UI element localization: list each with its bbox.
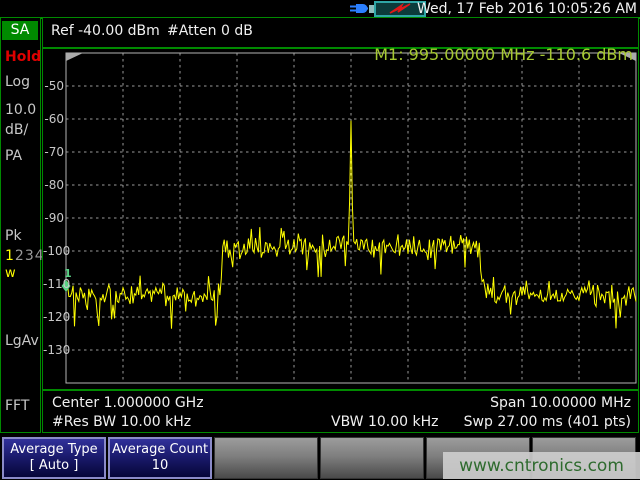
y-axis-tick-label: -110 <box>43 277 64 291</box>
scale-value-annunciator: 10.0 <box>5 102 36 118</box>
scale-type-annunciator: Log <box>5 74 30 90</box>
softkey-label: Average Type <box>4 442 104 458</box>
spectrum-plot: 1 <box>43 49 638 389</box>
trace-inactive-numbers: 234 <box>15 248 45 264</box>
mode-tab-sa: SA <box>2 21 38 40</box>
ref-level-readout: Ref -40.00 dBm <box>51 23 160 39</box>
y-axis-tick-label: -70 <box>43 145 64 159</box>
y-axis-tick-label: -100 <box>43 244 64 258</box>
softkey-value: 10 <box>110 458 210 474</box>
log-average-annunciator: LgAv <box>5 333 39 349</box>
peak-detector-annunciator: Pk <box>5 228 22 244</box>
y-axis-tick-label: -120 <box>43 310 64 324</box>
y-axis-tick-label: -60 <box>43 112 64 126</box>
fft-annunciator: FFT <box>5 398 29 414</box>
softkey-average-type[interactable]: Average Type[ Auto ] <box>2 437 106 479</box>
status-datetime: Wed, 17 Feb 2016 10:05:26 AM <box>417 1 637 17</box>
softkey-label: Average Count <box>110 442 210 458</box>
marker-1-readout: M1: 995.00000 MHz -110.6 dBm <box>374 45 633 64</box>
sweep-hold-annunciator: Hold <box>5 49 41 65</box>
annunciator-sidebar: SA Hold Log 10.0 dB/ PA Pk 1234 w LgAv F… <box>0 17 41 433</box>
softkey-value: [ Auto ] <box>4 458 104 474</box>
center-frequency-readout: Center 1.000000 GHz <box>52 395 204 411</box>
settings-bar: Ref -40.00 dBm #Atten 0 dB M1: 995.00000… <box>42 17 639 48</box>
trace-active-number: 1 <box>5 248 15 264</box>
watermark-overlay: www.cntronics.com <box>443 452 640 479</box>
trace-write-mode-annunciator: w <box>5 266 16 281</box>
trace-number-annunciator: 1234 <box>5 248 45 264</box>
y-axis-tick-label: -80 <box>43 178 64 192</box>
y-axis-tick-label: -90 <box>43 211 64 225</box>
attenuation-readout: #Atten 0 dB <box>167 23 253 39</box>
softkey-average-count[interactable]: Average Count10 <box>108 437 212 479</box>
span-readout: Span 10.00000 MHz <box>490 395 631 411</box>
sweep-time-readout: Swp 27.00 ms (401 pts) <box>464 414 631 430</box>
ac-power-plug-icon <box>347 1 369 16</box>
y-axis-tick-label: -130 <box>43 343 64 357</box>
scale-unit-annunciator: dB/ <box>5 122 28 138</box>
preamp-annunciator: PA <box>5 148 22 164</box>
status-bar: Wed, 17 Feb 2016 10:05:26 AM <box>0 0 640 17</box>
softkey-blank-4[interactable] <box>320 437 424 479</box>
watermark-text: www.cntronics.com <box>459 456 624 476</box>
annotation-bar: Center 1.000000 GHz Span 10.00000 MHz #R… <box>42 390 639 433</box>
resolution-bandwidth-readout: #Res BW 10.00 kHz <box>52 414 191 430</box>
graticule-area: 1 -50 -60 -70 -80 -90 -100 -110 -120 -130 <box>42 48 639 390</box>
y-axis-tick-label: -50 <box>43 79 64 93</box>
spectrum-analyzer-screen: Wed, 17 Feb 2016 10:05:26 AM SA Hold Log… <box>0 0 640 480</box>
video-bandwidth-readout: VBW 10.00 kHz <box>331 414 439 430</box>
softkey-blank-3[interactable] <box>214 437 318 479</box>
